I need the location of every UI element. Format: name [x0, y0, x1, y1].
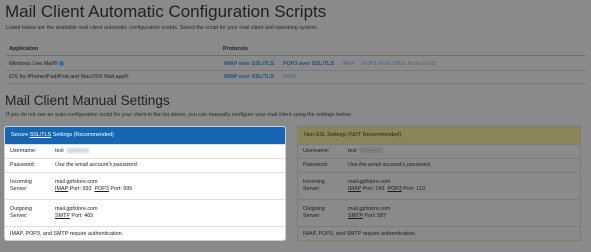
outgoing-ports: SMTP Port: 587 [348, 213, 386, 220]
auto-config-description: Listed below are the available mail clie… [6, 25, 318, 31]
incoming-label: Incoming [303, 179, 325, 185]
app-name-text: Windows Live Mail® [9, 61, 58, 67]
username-label: Username: [303, 148, 330, 154]
script-pop3-link[interactable]: POP3 (Post Office Protocol v3) [362, 61, 436, 67]
redacted-domain [66, 148, 89, 154]
smtp-abbr: SMTP [348, 213, 363, 219]
info-icon[interactable] [58, 61, 64, 67]
outgoing-server-row: Outgoing Server: mail.gpfstore.com SMTP … [5, 199, 285, 226]
column-application: Application [9, 46, 39, 52]
outgoing-host: mail.gpfstore.com [348, 206, 391, 212]
table-header-divider [6, 55, 585, 56]
nonssl-settings-panel: Non-SSL Settings (NOT Recommended) Usern… [297, 126, 581, 241]
username-value: test [348, 148, 382, 155]
script-imap-link[interactable]: IMAP [283, 74, 296, 80]
script-pop3-ssl-link[interactable]: POP3 over SSL/TLS [283, 61, 334, 67]
password-row: Password: Use the email account’s passwo… [298, 158, 580, 172]
header-prefix: Secure [11, 132, 30, 138]
pop3-port: Port: 995 [110, 186, 133, 192]
auth-note: IMAP, POP3, and SMTP require authenticat… [303, 231, 417, 237]
outgoing-label-server: Server: [303, 213, 321, 219]
nonssl-panel-header: Non-SSL Settings (NOT Recommended) [298, 127, 580, 144]
script-imap-link[interactable]: IMAP [342, 61, 355, 67]
password-value: Use the email account’s password. [348, 162, 432, 168]
outgoing-ports: SMTP Port: 465 [55, 213, 93, 220]
username-text: test [55, 148, 64, 154]
outgoing-host: mail.gpfstore.com [55, 206, 98, 212]
username-row: Username: test [5, 144, 285, 158]
password-label: Password: [303, 162, 329, 168]
pop3-port: Port: 110 [403, 186, 425, 192]
header-suffix: Settings (Recommended) [51, 132, 114, 138]
username-label: Username: [10, 148, 37, 154]
incoming-host: mail.gpfstore.com [55, 179, 98, 185]
auto-config-title: Mail Client Automatic Configuration Scri… [5, 2, 327, 21]
imap-port: Port: 993 [69, 186, 92, 192]
pop3-abbr: POP3 [94, 186, 109, 192]
incoming-label-server: Server: [303, 186, 321, 192]
script-imap-ssl-link[interactable]: IMAP over SSL/TLS [224, 74, 274, 80]
incoming-server-row: Incoming Server: mail.gpfstore.com IMAP … [298, 172, 580, 199]
row-divider [6, 83, 585, 84]
incoming-label: Incoming [10, 179, 32, 185]
incoming-server-row: Incoming Server: mail.gpfstore.com IMAP … [5, 172, 285, 199]
redacted-domain [359, 148, 382, 154]
imap-abbr: IMAP [348, 186, 362, 192]
username-row: Username: test [298, 144, 580, 158]
password-row: Password: Use the email account’s passwo… [5, 158, 285, 172]
smtp-abbr: SMTP [55, 213, 70, 219]
manual-settings-description: If you do not see an auto-configuration … [6, 112, 352, 118]
username-text: test [348, 148, 357, 154]
manual-settings-title: Mail Client Manual Settings [5, 93, 170, 108]
footer-row: IMAP, POP3, and SMTP require authenticat… [298, 226, 580, 241]
password-label: Password: [10, 162, 36, 168]
incoming-host: mail.gpfstore.com [348, 179, 391, 185]
row-divider [6, 70, 585, 71]
smtp-port: Port: 465 [71, 213, 94, 219]
incoming-ports: IMAP Port: 143 POP3 Port: 110 [348, 186, 425, 193]
outgoing-server-row: Outgoing Server: mail.gpfstore.com SMTP … [298, 199, 580, 226]
pop3-abbr: POP3 [387, 186, 402, 192]
imap-abbr: IMAP [55, 186, 69, 192]
auth-note: IMAP, POP3, and SMTP require authenticat… [10, 231, 124, 237]
incoming-label-server: Server: [10, 186, 28, 192]
imap-port: Port: 143 [362, 186, 385, 192]
smtp-port: Port: 587 [364, 213, 387, 219]
outgoing-label-server: Server: [10, 213, 28, 219]
app-name: Windows Live Mail® [9, 61, 64, 67]
outgoing-label: Outgoing [10, 206, 32, 212]
ssl-tls-link[interactable]: SSL/TLS [30, 132, 52, 138]
secure-settings-panel: Secure SSL/TLS Settings (Recommended) Us… [4, 126, 286, 241]
password-value: Use the email account’s password. [55, 162, 139, 168]
outgoing-label: Outgoing [303, 206, 325, 212]
username-value: test [55, 148, 89, 155]
app-name: iOS for iPhone/iPad/iPod and MacOS® Mail… [9, 74, 129, 80]
secure-panel-header: Secure SSL/TLS Settings (Recommended) [5, 127, 285, 144]
footer-row: IMAP, POP3, and SMTP require authenticat… [5, 226, 285, 241]
script-imap-ssl-link[interactable]: IMAP over SSL/TLS [224, 61, 274, 67]
column-protocols: Protocols [223, 46, 248, 52]
incoming-ports: IMAP Port: 993 POP3 Port: 995 [55, 186, 132, 193]
